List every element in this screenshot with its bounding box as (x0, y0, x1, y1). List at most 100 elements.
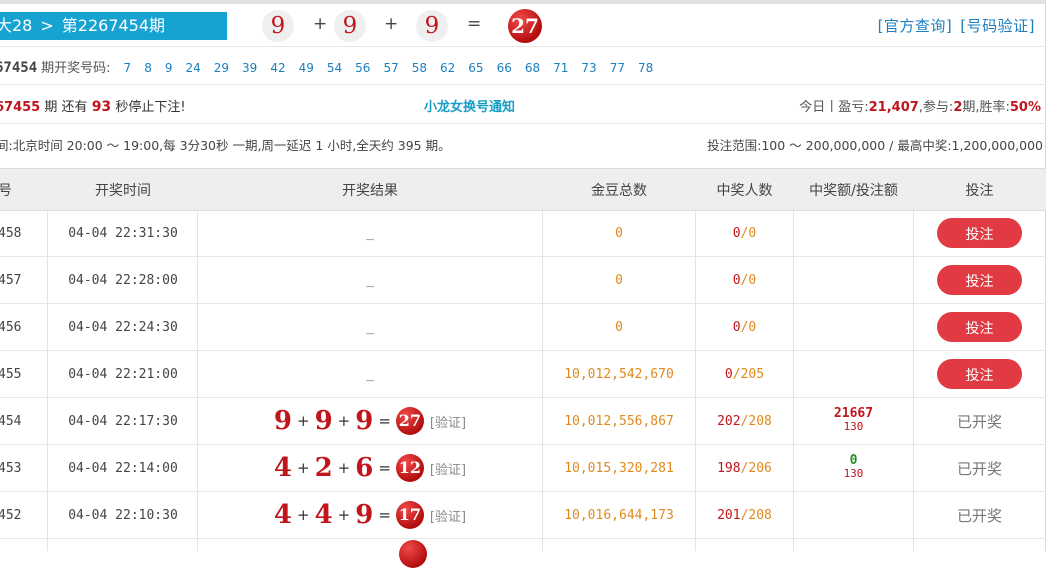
countdown-row: 67455 期 还有 93 秒停止下注! (0, 96, 186, 115)
latest-ball-3: 9 (416, 10, 448, 42)
row-coins: 0 (615, 320, 623, 335)
row-result-pending: _ (366, 226, 374, 241)
bettors-count: 206 (748, 461, 772, 476)
plus-sign: + (337, 459, 351, 477)
row-result: 4 +2 +6 = 12 [验证] (198, 453, 542, 483)
row-winners: 201/208 (717, 508, 772, 523)
divider (0, 84, 1046, 85)
latest-ball-1: 9 (262, 10, 294, 42)
breadcrumb[interactable]: 大28 > 第2267454期 (0, 12, 227, 40)
row-winners: 0/0 (732, 226, 757, 241)
top-border (0, 0, 1046, 4)
today-profit: 21,407 (868, 100, 919, 115)
bet-button[interactable]: 投注 (937, 312, 1022, 342)
plus-sign: + (313, 14, 328, 34)
row-ratio: 21667 130 (794, 407, 913, 433)
row-winners: 202/208 (717, 414, 772, 429)
row-time: 04-04 22:28:00 (68, 273, 178, 288)
join-count: 2 (953, 100, 963, 115)
row-id: 455 (0, 367, 22, 382)
today-label: 今日丨盈亏: (799, 100, 869, 115)
ratio-bet: 130 (843, 467, 864, 480)
row-divider (0, 538, 1046, 539)
winning-number: 24 (185, 61, 201, 75)
result-number-2: 9 (314, 406, 333, 436)
numbers-period: 67454 (0, 60, 38, 76)
row-winners: 198/206 (717, 461, 772, 476)
schedule-info: 间:北京时间 20:00 ～ 19:00,每 3分30秒 一期,周一延迟 1 小… (0, 138, 451, 153)
status-drawn: 已开奖 (956, 413, 1002, 431)
official-query-link[interactable]: [官方查询] (878, 17, 953, 35)
row-divider (0, 491, 1046, 492)
row-id: 454 (0, 414, 22, 429)
table-header: 号 开奖时间 开奖结果 金豆总数 中奖人数 中奖额/投注额 投注 (0, 168, 1046, 211)
dragon-notice-link[interactable]: 小龙女换号通知 (424, 96, 515, 115)
winners-count: 0 (732, 226, 741, 241)
column-divider (913, 210, 914, 551)
today-stats: 今日丨盈亏:21,407,参与:2期,胜率:50% (799, 96, 1041, 115)
latest-sum-ball: 27 (508, 9, 542, 43)
result-number-1: 4 (273, 500, 292, 530)
row-time: 04-04 22:24:30 (68, 320, 178, 335)
ratio-win: 21667 (833, 406, 874, 421)
next-period: 67455 (0, 100, 41, 115)
result-number-1: 9 (273, 406, 292, 436)
bettors-count: 208 (748, 508, 772, 523)
row-coins: 10,015,320,281 (564, 461, 674, 476)
plus-sign: + (337, 506, 351, 524)
win-rate: 50% (1009, 100, 1041, 115)
row-coins: 10,016,644,173 (564, 508, 674, 523)
row-result-pending: _ (366, 320, 374, 335)
join-unit: 期,胜率: (962, 100, 1010, 115)
winning-number: 62 (440, 61, 456, 75)
winning-number: 73 (581, 61, 597, 75)
winning-number: 65 (468, 61, 484, 75)
divider (0, 46, 1046, 47)
ratio-bet: 130 (843, 420, 864, 433)
row-time: 04-04 22:14:00 (68, 461, 178, 476)
winners-count: 0 (732, 273, 741, 288)
bet-button[interactable]: 投注 (937, 359, 1022, 389)
period-label: 期 (44, 100, 58, 115)
row-id: 457 (0, 273, 22, 288)
row-winners: 0/0 (732, 320, 757, 335)
result-sum-ball: 12 (395, 454, 424, 482)
col-id: 号 (0, 183, 12, 199)
bet-button[interactable]: 投注 (937, 218, 1022, 248)
bet-range-info: 投注范围:100 ～ 200,000,000 / 最高中奖:1,200,000,… (707, 138, 1043, 153)
join-label: ,参与: (918, 100, 954, 115)
plus-sign: + (384, 14, 399, 34)
row-winners: 0/0 (732, 273, 757, 288)
breadcrumb-game[interactable]: 大28 (0, 16, 32, 35)
row-result: 9 +9 +9 = 27 [验证] (198, 406, 542, 436)
winning-number: 66 (496, 61, 512, 75)
plus-sign: + (337, 412, 351, 430)
bet-button[interactable]: 投注 (937, 265, 1022, 295)
plus-sign: + (297, 506, 310, 524)
bettors-count: 0 (748, 226, 757, 241)
result-number-2: 2 (314, 453, 333, 483)
plus-sign: + (297, 459, 310, 477)
col-time: 开奖时间 (95, 183, 151, 199)
row-time: 04-04 22:21:00 (68, 367, 178, 382)
verify-link[interactable]: [验证] (430, 510, 466, 525)
col-winners: 中奖人数 (716, 183, 773, 199)
winners-count: 202 (717, 414, 741, 429)
result-sum-ball: 17 (395, 501, 424, 529)
bettors-count: 0 (748, 320, 757, 335)
row-divider (0, 397, 1046, 398)
col-coins: 金豆总数 (591, 183, 647, 199)
equals-sign: = (378, 506, 391, 524)
row-result: 4 +4 +9 = 17 [验证] (198, 500, 542, 530)
number-verify-link[interactable]: [号码验证] (960, 17, 1035, 35)
result-number-1: 4 (273, 453, 292, 483)
verify-link[interactable]: [验证] (430, 416, 466, 431)
row-divider (0, 256, 1046, 257)
verify-link[interactable]: [验证] (430, 463, 466, 478)
row-divider (0, 350, 1046, 351)
winning-number: 57 (383, 61, 399, 75)
winning-number: 54 (326, 61, 343, 75)
winning-number: 9 (164, 61, 173, 75)
countdown-seconds: 93 (91, 99, 112, 115)
row-coins: 10,012,556,867 (564, 414, 674, 429)
